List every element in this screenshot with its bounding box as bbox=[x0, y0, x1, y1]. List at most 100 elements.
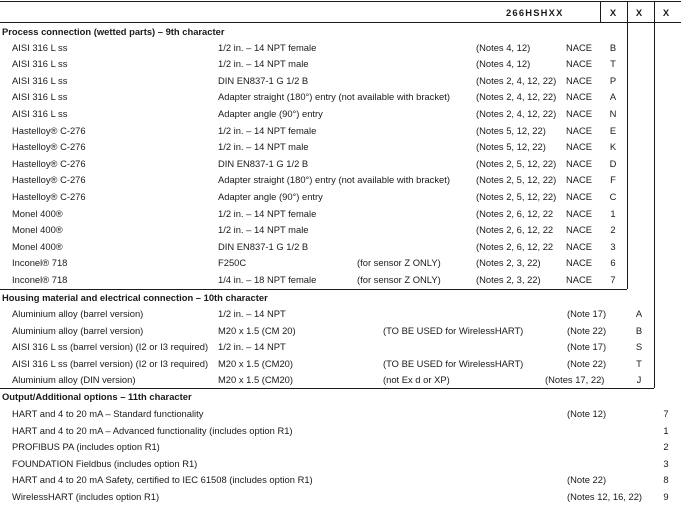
row-material: Aluminium alloy (DIN version) bbox=[12, 374, 136, 386]
row-connection: 1/2 in. – 14 NPT male bbox=[218, 224, 309, 236]
row-connection: 1/2 in. – 14 NPT bbox=[218, 341, 286, 353]
row-connection: Adapter angle (90°) entry bbox=[218, 107, 323, 119]
row-label: HART and 4 to 20 mA – Standard functiona… bbox=[12, 408, 204, 419]
row-connection: M20 x 1.5 (CM20) bbox=[218, 374, 294, 386]
header-col-9: X bbox=[609, 7, 617, 18]
row-connection: 1/2 in. – 14 NPT male bbox=[218, 58, 309, 70]
row-connection: Adapter straight (180°) entry (not avail… bbox=[218, 91, 450, 103]
row-code: 2 bbox=[663, 441, 669, 453]
row-extra: (TO BE USED for WirelessHART) bbox=[383, 357, 524, 369]
row-notes: (Note 17) bbox=[567, 341, 607, 353]
row-label: HART and 4 to 20 mA Safety, certified to… bbox=[12, 474, 313, 486]
row-material: Inconel® 718 bbox=[12, 257, 68, 269]
row-code: 8 bbox=[663, 474, 669, 486]
row-code: B bbox=[635, 324, 643, 336]
row-code: 1 bbox=[610, 207, 616, 219]
model-code-header: 266HSHXX bbox=[506, 7, 564, 18]
row-code: T bbox=[610, 58, 616, 70]
row-nace: NACE bbox=[566, 190, 593, 202]
col-rule-c-top bbox=[654, 1, 655, 22]
row-notes: (Note 22) bbox=[567, 357, 607, 369]
row-code: 9 bbox=[663, 491, 669, 502]
row-connection: 1/4 in. – 18 NPT female bbox=[218, 273, 317, 285]
row-code: T bbox=[636, 357, 642, 369]
row-code: 2 bbox=[610, 224, 616, 236]
row-material: Hastelloy® C-276 bbox=[12, 174, 86, 186]
row-code: 7 bbox=[610, 273, 616, 285]
row-nace: NACE bbox=[566, 41, 593, 53]
row-code: B bbox=[609, 41, 617, 53]
row-notes: (Notes 2, 5, 12, 22) bbox=[476, 157, 557, 169]
row-material: AISI 316 L ss bbox=[12, 74, 68, 86]
row-nace: NACE bbox=[566, 91, 593, 103]
col-rule-9th bbox=[627, 22, 628, 289]
row-connection: 1/2 in. – 14 NPT male bbox=[218, 141, 309, 153]
row-notes: (Notes 2, 3, 22) bbox=[476, 273, 541, 285]
row-extra: (TO BE USED for WirelessHART) bbox=[383, 324, 524, 336]
row-notes: (Notes 2, 5, 12, 22) bbox=[476, 190, 557, 202]
row-connection: DIN EN837-1 G 1/2 B bbox=[218, 157, 309, 169]
row-nace: NACE bbox=[566, 58, 593, 70]
row-notes: (Notes 2, 4, 12, 22) bbox=[476, 74, 557, 86]
row-material: Monel 400® bbox=[12, 240, 63, 252]
row-nace: NACE bbox=[566, 107, 593, 119]
row-code: A bbox=[609, 91, 617, 103]
row-nace: NACE bbox=[566, 224, 593, 236]
section-title-housing-material: Housing material and electrical connecti… bbox=[2, 292, 268, 303]
row-material: Monel 400® bbox=[12, 207, 63, 219]
row-material: AISI 316 L ss (barrel version) (I2 or I3… bbox=[12, 357, 209, 369]
row-code: E bbox=[609, 124, 617, 136]
row-notes: (Notes 2, 3, 22) bbox=[476, 257, 541, 269]
section-title-output-options: Output/Additional options – 11th charact… bbox=[2, 391, 192, 402]
row-notes: (Notes 2, 4, 12, 22) bbox=[476, 91, 557, 103]
row-connection: DIN EN837-1 G 1/2 B bbox=[218, 74, 309, 86]
row-extra: (for sensor Z ONLY) bbox=[357, 257, 441, 269]
row-connection: 1/2 in. – 14 NPT female bbox=[218, 41, 317, 53]
row-connection: 1/2 in. – 14 NPT female bbox=[218, 124, 317, 136]
row-nace: NACE bbox=[566, 207, 593, 219]
row-notes: (Notes 4, 12) bbox=[476, 58, 531, 70]
row-notes: (Notes 17, 22) bbox=[545, 374, 605, 386]
row-code: F bbox=[610, 174, 616, 186]
row-notes: (Note 12) bbox=[567, 408, 607, 419]
row-notes: (Notes 5, 12, 22) bbox=[476, 141, 546, 153]
row-nace: NACE bbox=[566, 74, 593, 86]
row-connection: M20 x 1.5 (CM 20) bbox=[218, 324, 296, 336]
row-code: J bbox=[636, 374, 642, 386]
row-notes: (Notes 2, 6, 12, 22 bbox=[476, 207, 554, 219]
row-code: 7 bbox=[663, 408, 669, 419]
row-label: WirelessHART (includes option R1) bbox=[12, 491, 160, 502]
row-notes: (Notes 4, 12) bbox=[476, 41, 531, 53]
row-connection: 1/2 in. – 14 NPT female bbox=[218, 207, 317, 219]
row-material: Hastelloy® C-276 bbox=[12, 141, 86, 153]
ordering-code-table: 266HSHXX X X X Process connection (wette… bbox=[0, 0, 681, 508]
header-rule bbox=[0, 22, 681, 23]
row-extra: (not Ex d or XP) bbox=[383, 374, 450, 386]
row-nace: NACE bbox=[566, 141, 593, 153]
row-code: 3 bbox=[663, 457, 669, 469]
row-nace: NACE bbox=[566, 240, 593, 252]
row-nace: NACE bbox=[566, 124, 593, 136]
row-extra: (for sensor Z ONLY) bbox=[357, 273, 441, 285]
row-code: N bbox=[609, 107, 617, 119]
row-label: HART and 4 to 20 mA – Advanced functiona… bbox=[12, 424, 293, 436]
row-material: Hastelloy® C-276 bbox=[12, 190, 86, 202]
row-nace: NACE bbox=[566, 157, 593, 169]
row-connection: Adapter straight (180°) entry (not avail… bbox=[218, 174, 450, 186]
row-code: 6 bbox=[610, 257, 616, 269]
row-code: P bbox=[609, 74, 617, 86]
row-notes: (Notes 5, 12, 22) bbox=[476, 124, 546, 136]
row-nace: NACE bbox=[566, 257, 593, 269]
row-label: FOUNDATION Fieldbus (includes option R1) bbox=[12, 457, 198, 469]
row-code: 1 bbox=[663, 424, 669, 436]
row-label: PROFIBUS PA (includes option R1) bbox=[12, 441, 160, 453]
row-notes: (Note 22) bbox=[567, 474, 607, 486]
row-notes: (Notes 2, 6, 12, 22 bbox=[476, 240, 554, 252]
row-material: AISI 316 L ss bbox=[12, 107, 68, 119]
row-notes: (Notes 2, 4, 12, 22) bbox=[476, 107, 557, 119]
row-connection: 1/2 in. – 14 NPT bbox=[218, 308, 286, 319]
row-code: A bbox=[635, 308, 643, 319]
section-rule-2 bbox=[0, 388, 654, 389]
col-rule-b-top bbox=[627, 1, 628, 22]
row-material: Inconel® 718 bbox=[12, 273, 68, 285]
